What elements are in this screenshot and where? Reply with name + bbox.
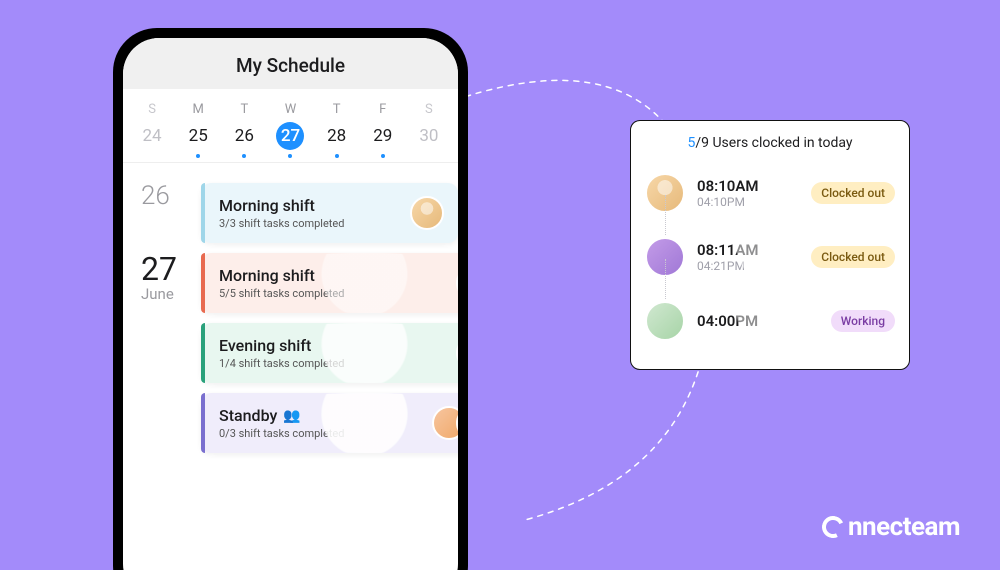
day-of-week: T <box>318 103 356 116</box>
calendar-day[interactable]: T 26 <box>225 103 263 150</box>
avatar <box>645 301 685 341</box>
day-section: 26 Morning shift 3/3 shift tasks complete… <box>123 183 458 243</box>
shift-title: Morning shift <box>219 196 410 215</box>
avatar <box>456 266 458 300</box>
day-of-week: S <box>133 103 171 116</box>
shift-stack: Morning shift 5/5 shift tasks completed E… <box>201 253 458 453</box>
calendar-strip: S 24 M 25 T 26 W 27 T 28 F 29 S 30 <box>123 89 458 163</box>
clocked-in-row[interactable]: 04:00PMWorking <box>645 289 895 353</box>
clocked-in-row[interactable]: 08:11AM04:21PMClocked out <box>645 225 895 289</box>
day-number: 30 <box>415 122 443 150</box>
status-badge: Clocked out <box>811 182 895 204</box>
day-number: 27 <box>276 122 304 150</box>
clocked-in-panel: 5/9 Users clocked in today 08:10AM04:10P… <box>630 120 910 370</box>
calendar-day[interactable]: S 30 <box>410 103 448 150</box>
day-number: 24 <box>138 122 166 150</box>
day-header: 26 <box>141 183 201 209</box>
section-day-number: 27 <box>141 253 201 285</box>
avatar <box>410 196 444 230</box>
avatar-group <box>456 336 458 370</box>
panel-total: /9 <box>695 135 709 151</box>
schedule-list: 26 Morning shift 3/3 shift tasks complete… <box>123 163 458 570</box>
day-of-week: T <box>225 103 263 116</box>
brand-logo: nnecteam <box>822 512 960 542</box>
section-day-month: June <box>141 285 201 303</box>
panel-title-text: Users clocked in today <box>709 135 853 151</box>
page-title: My Schedule <box>123 38 458 89</box>
logo-icon <box>819 513 847 541</box>
section-day-number: 26 <box>141 183 201 209</box>
day-number: 29 <box>369 122 397 150</box>
day-of-week: S <box>410 103 448 116</box>
event-dot-icon <box>288 154 292 158</box>
shift-color-bar <box>201 183 205 243</box>
day-header: 27June <box>141 253 201 303</box>
phone-screen: My Schedule S 24 M 25 T 26 W 27 T 28 F 29 S 30 26 Morn… <box>123 38 458 570</box>
event-dot-icon <box>381 154 385 158</box>
day-section: 27JuneMorning shift 5/5 shift tasks comp… <box>123 253 458 453</box>
event-dot-icon <box>335 154 339 158</box>
day-of-week: F <box>364 103 402 116</box>
shift-subtitle: 3/3 shift tasks completed <box>219 217 410 230</box>
calendar-day[interactable]: M 25 <box>179 103 217 150</box>
day-of-week: W <box>271 103 309 116</box>
shift-card[interactable]: Standby 👥0/3 shift tasks completed <box>201 393 458 453</box>
day-number: 25 <box>184 122 212 150</box>
event-dot-icon <box>242 154 246 158</box>
avatar-group <box>432 406 458 440</box>
shift-card[interactable]: Morning shift 3/3 shift tasks completed <box>201 183 458 243</box>
day-number: 26 <box>230 122 258 150</box>
shift-stack: Morning shift 3/3 shift tasks completed <box>201 183 458 243</box>
logo-text: nnecteam <box>848 512 960 542</box>
day-of-week: M <box>179 103 217 116</box>
clock-in-time: 08:10AM <box>697 177 799 195</box>
avatar-group <box>410 196 444 230</box>
calendar-day[interactable]: F 29 <box>364 103 402 150</box>
clocked-in-row[interactable]: 08:10AM04:10PM Clocked out <box>645 161 895 225</box>
clock-out-time: 04:10PM <box>697 195 799 209</box>
shift-card[interactable]: Evening shift 1/4 shift tasks completed <box>201 323 458 383</box>
shift-card[interactable]: Morning shift 5/5 shift tasks completed <box>201 253 458 313</box>
event-dot-icon <box>196 154 200 158</box>
shift-info: Morning shift 3/3 shift tasks completed <box>213 196 410 230</box>
clock-times: 08:10AM04:10PM <box>697 177 799 209</box>
calendar-day[interactable]: T 28 <box>318 103 356 150</box>
calendar-day[interactable]: S 24 <box>133 103 171 150</box>
calendar-day[interactable]: W 27 <box>271 103 309 150</box>
day-number: 28 <box>323 122 351 150</box>
panel-title: 5/9 Users clocked in today <box>645 131 895 161</box>
avatar-group <box>456 266 458 300</box>
phone-frame: My Schedule S 24 M 25 T 26 W 27 T 28 F 29 S 30 26 Morn… <box>113 28 468 570</box>
